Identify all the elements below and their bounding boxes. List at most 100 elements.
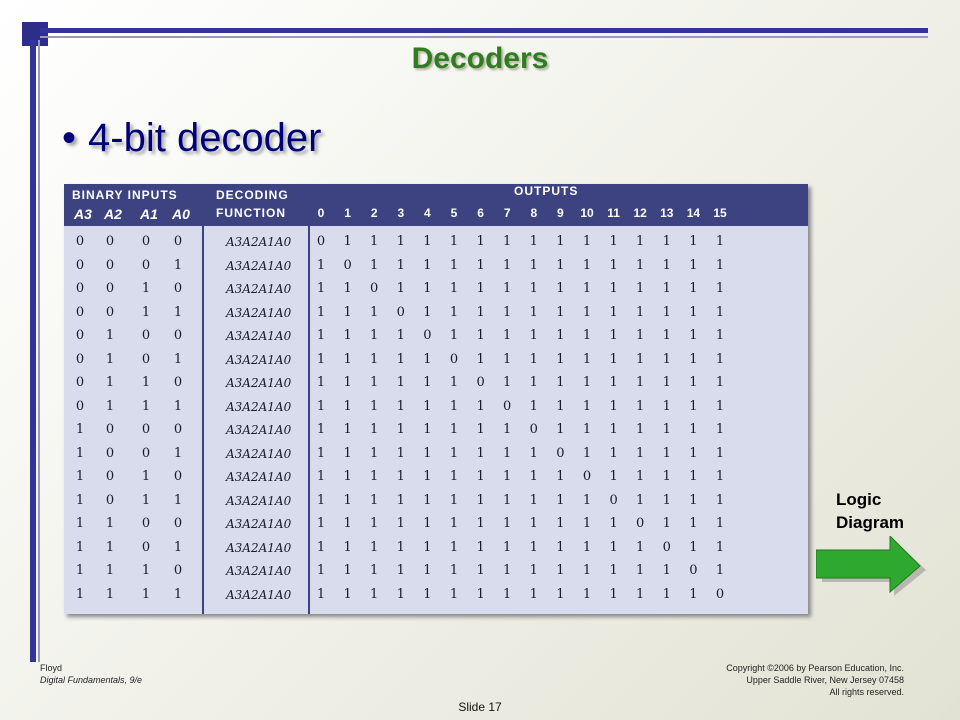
output-cell: 1 (636, 281, 645, 296)
input-cell: 1 (75, 492, 85, 508)
output-cell: 1 (529, 563, 538, 578)
output-cell: 1 (662, 375, 671, 390)
output-cell: 1 (529, 516, 538, 531)
output-cell: 1 (662, 398, 671, 414)
input-cell: 0 (173, 422, 183, 437)
output-header: 1 (344, 206, 351, 220)
output-cell: 1 (556, 398, 565, 414)
output-cell: 1 (449, 539, 459, 555)
output-cell: 1 (370, 398, 379, 414)
output-cell: 1 (476, 492, 485, 508)
output-cell: 1 (370, 539, 379, 555)
bullet-item: • 4-bit decoder (62, 116, 322, 161)
input-cell: 0 (105, 422, 115, 437)
input-cell: 1 (105, 586, 115, 602)
input-cell: 1 (173, 398, 183, 414)
output-cell: 1 (449, 492, 459, 508)
output-cell: 1 (396, 234, 405, 249)
output-cell: 1 (715, 304, 725, 320)
output-cell: 1 (556, 328, 565, 343)
footer-left: Floyd Digital Fundamentals, 9/e (40, 662, 142, 686)
output-cell: 1 (715, 398, 725, 414)
output-cell: 1 (476, 563, 485, 578)
truth-table: BINARY INPUTS DECODING FUNCTION OUTPUTS … (64, 184, 808, 614)
footer-address: Upper Saddle River, New Jersey 07458 (746, 675, 904, 685)
decoding-function-cell: A3A2A1A0 (226, 470, 292, 484)
input-cell: 0 (75, 328, 85, 343)
table-row: 1 0 0 1 A3A2A1A0 1 1 1 1 1 1 1 1 1 0 1 1 1 1 1 1 (64, 446, 808, 470)
output-cell: 1 (343, 516, 352, 531)
output-cell: 1 (662, 469, 671, 484)
output-cell: 1 (396, 398, 405, 414)
input-cell: 1 (75, 469, 85, 484)
footer-copyright: Copyright ©2006 by Pearson Education, In… (726, 663, 904, 673)
output-cell: 1 (529, 375, 538, 390)
output-header: 0 (317, 206, 325, 220)
logic-label-line2: Diagram (836, 513, 905, 532)
output-cell: 1 (529, 492, 538, 508)
logic-label-line1: Logic (836, 490, 882, 509)
input-cell: 1 (75, 422, 85, 437)
output-header: 13 (660, 206, 674, 220)
output-cell: 1 (449, 586, 459, 602)
table-row: 1 1 1 1 A3A2A1A0 1 1 1 1 1 1 1 1 1 1 1 1 1 1 1 0 (64, 587, 808, 611)
output-cell: 1 (316, 586, 326, 602)
input-cell: 1 (173, 304, 183, 320)
output-cell: 1 (423, 257, 432, 273)
output-cell: 1 (582, 398, 592, 414)
output-cell: 1 (662, 563, 671, 578)
output-cell: 1 (449, 328, 459, 343)
input-cell: 1 (75, 539, 85, 555)
output-cell: 1 (582, 445, 592, 461)
output-cell: 0 (370, 281, 379, 296)
output-cell: 1 (476, 257, 485, 273)
output-cell: 1 (476, 304, 485, 320)
output-cell: 1 (529, 351, 538, 367)
output-cell: 1 (343, 445, 352, 461)
output-cell: 1 (689, 492, 698, 508)
output-cell: 1 (423, 516, 432, 531)
input-cell: 0 (173, 328, 183, 343)
output-cell: 1 (343, 281, 352, 296)
decoding-function-cell: A3A2A1A0 (226, 564, 292, 578)
output-cell: 1 (343, 328, 352, 343)
decoding-function-cell: A3A2A1A0 (226, 446, 292, 461)
right-arrow-icon[interactable] (816, 536, 928, 598)
output-cell: 0 (423, 328, 432, 343)
output-cell: 1 (689, 375, 698, 390)
output-cell: 1 (316, 304, 326, 320)
input-cell: 1 (75, 516, 85, 531)
output-cell: 1 (316, 422, 326, 437)
output-cell: 1 (396, 445, 405, 461)
input-cell: 1 (173, 351, 183, 367)
input-cell: 0 (75, 351, 85, 367)
output-cell: 1 (370, 328, 379, 343)
output-cell: 1 (370, 445, 379, 461)
table-header: BINARY INPUTS DECODING FUNCTION OUTPUTS … (64, 184, 808, 226)
table-row: 1 1 0 0 A3A2A1A0 1 1 1 1 1 1 1 1 1 1 1 1 0 1 1 1 (64, 516, 808, 540)
output-cell: 1 (556, 281, 565, 296)
input-cell: 0 (141, 234, 151, 249)
logic-diagram-label: Logic Diagram (836, 488, 904, 534)
output-cell: 0 (343, 257, 352, 273)
input-cell: 0 (141, 257, 151, 273)
output-cell: 1 (503, 492, 512, 508)
output-cell: 1 (582, 257, 592, 273)
output-cell: 1 (316, 281, 326, 296)
output-cell: 1 (609, 375, 618, 390)
output-header: 10 (580, 206, 594, 220)
input-cell: 1 (141, 563, 151, 578)
output-cell: 1 (662, 422, 671, 437)
output-cell: 1 (396, 586, 405, 602)
output-cell: 1 (423, 351, 432, 367)
output-cell: 1 (582, 375, 592, 390)
output-cell: 1 (316, 469, 326, 484)
footer-author: Floyd (40, 663, 63, 673)
output-cell: 1 (636, 257, 645, 273)
output-cell: 0 (689, 563, 698, 578)
input-cell: 0 (173, 563, 183, 578)
input-cell: 1 (75, 445, 85, 461)
output-cell: 1 (370, 563, 379, 578)
output-cell: 1 (396, 516, 405, 531)
header-outputs: OUTPUTS (514, 184, 579, 198)
